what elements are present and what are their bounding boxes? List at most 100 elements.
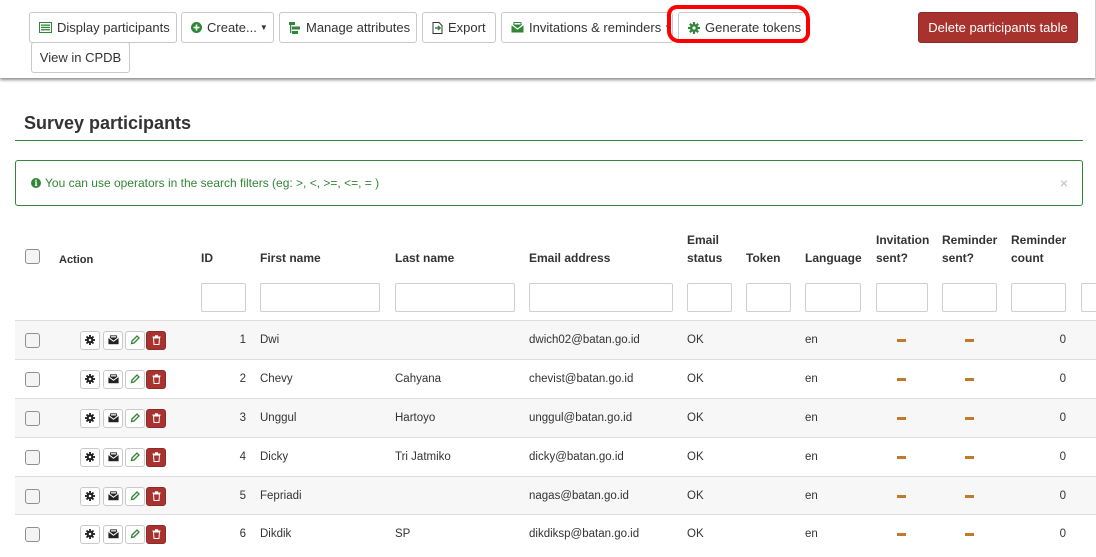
table-row[interactable]: 4 Dicky Tri Jatmiko dicky@batan.go.id OK en 0 [15,437,1096,476]
cell-id: 2 [239,373,246,385]
row-action-edit-button[interactable] [125,409,145,428]
filter-first-name-input[interactable] [260,283,380,312]
filter-id-input[interactable] [201,283,246,312]
row-action-send-invitation-button[interactable] [103,448,123,467]
row-action-gear-button[interactable] [80,448,100,467]
cell-reminder-sent-dash [965,495,974,498]
gear-icon [85,373,95,387]
row-action-delete-button[interactable] [146,525,166,544]
cell-email: dikdiksp@batan.go.id [529,528,640,540]
cell-last-name: SP [395,528,411,540]
row-action-delete-button[interactable] [146,448,166,467]
table-row[interactable]: 6 Dikdik SP dikdiksp@batan.go.id OK en 0 [15,514,1096,553]
column-header-id[interactable]: ID [201,249,213,267]
cell-reminder-count: 0 [1059,373,1066,385]
filter-reminder-count-input[interactable] [1011,283,1066,312]
row-select-checkbox[interactable] [25,489,40,504]
cell-reminder-sent-dash [965,456,974,459]
row-action-delete-button[interactable] [146,331,166,350]
table-row[interactable]: 2 Chevy Cahyana chevist@batan.go.id OK en 0 [15,359,1096,398]
filter-language-input[interactable] [805,283,861,312]
create-label: Create... [207,20,257,35]
cell-reminder-sent-dash [965,378,974,381]
cell-invitation-sent-dash [897,456,906,459]
gear-icon [85,528,95,542]
generate-tokens-button[interactable]: Generate tokens [678,12,808,43]
envelope-icon [107,528,119,542]
filter-email-input[interactable] [529,283,673,312]
column-header-first-name[interactable]: First name [260,249,321,267]
cell-language: en [805,490,818,502]
column-header-email[interactable]: Email address [529,249,610,267]
row-select-checkbox[interactable] [25,527,40,542]
delete-participants-table-button[interactable]: Delete participants table [918,12,1078,43]
manage-attributes-button[interactable]: Manage attributes [279,12,417,43]
row-action-edit-button[interactable] [125,487,145,506]
column-header-invitation-sent-line2: sent? [876,251,909,265]
column-header-reminder-count-line1: Reminder [1011,233,1067,247]
invitations-reminders-dropdown-button[interactable]: Invitations & reminders ▼ [501,12,673,43]
top-toolbar: Display participants Create... ▼ Manage … [0,0,1096,78]
cell-reminder-count: 0 [1059,334,1066,346]
filter-invitation-sent-input[interactable] [876,283,928,312]
column-header-reminder-sent[interactable]: Reminder sent? [942,231,997,267]
row-action-delete-button[interactable] [146,370,166,389]
export-button[interactable]: Export [422,12,496,43]
row-select-checkbox[interactable] [25,372,40,387]
row-action-send-invitation-button[interactable] [103,331,123,350]
cell-invitation-sent-dash [897,495,906,498]
table-row[interactable]: 3 Unggul Hartoyo unggul@batan.go.id OK en 0 [15,398,1096,437]
row-action-delete-button[interactable] [146,487,166,506]
column-header-language[interactable]: Language [805,249,862,267]
row-action-edit-button[interactable] [125,525,145,544]
column-header-invitation-sent[interactable]: Invitation sent? [876,231,929,267]
row-action-gear-button[interactable] [80,370,100,389]
filter-next-column-input[interactable] [1081,283,1096,312]
row-action-send-invitation-button[interactable] [103,525,123,544]
filter-reminder-sent-input[interactable] [942,283,997,312]
cell-email: nagas@batan.go.id [529,490,629,502]
row-action-delete-button[interactable] [146,409,166,428]
create-dropdown-button[interactable]: Create... ▼ [181,12,274,43]
cell-reminder-count: 0 [1059,451,1066,463]
select-all-checkbox[interactable] [25,249,40,264]
table-row[interactable]: 5 Fepriadi nagas@batan.go.id OK en 0 [15,476,1096,515]
cell-last-name: Tri Jatmiko [395,451,451,463]
cell-email-status: OK [687,412,704,424]
column-header-token[interactable]: Token [746,249,780,267]
close-icon[interactable]: × [1060,175,1068,191]
cell-reminder-count: 0 [1059,528,1066,540]
row-select-checkbox[interactable] [25,450,40,465]
cell-email-status: OK [687,490,704,502]
row-action-edit-button[interactable] [125,331,145,350]
list-icon [39,22,52,33]
table-row[interactable]: 1 Dwi dwich02@batan.go.id OK en 0 [15,320,1096,359]
row-action-send-invitation-button[interactable] [103,370,123,389]
filter-email-status-input[interactable] [687,283,732,312]
row-action-edit-button[interactable] [125,370,145,389]
column-header-action: Action [59,254,94,266]
view-in-cpdb-button[interactable]: View in CPDB [31,42,130,73]
pencil-icon [130,451,140,465]
filter-last-name-input[interactable] [395,283,515,312]
row-action-send-invitation-button[interactable] [103,409,123,428]
column-header-reminder-count[interactable]: Reminder count [1011,231,1066,267]
row-select-checkbox[interactable] [25,333,40,348]
filter-token-input[interactable] [746,283,791,312]
row-action-send-invitation-button[interactable] [103,487,123,506]
row-action-gear-button[interactable] [80,487,100,506]
cell-reminder-sent-dash [965,533,974,536]
pencil-icon [130,490,140,504]
row-action-gear-button[interactable] [80,331,100,350]
row-select-checkbox[interactable] [25,411,40,426]
column-header-last-name[interactable]: Last name [395,249,454,267]
column-header-email-status[interactable]: Email status [687,231,722,267]
row-action-gear-button[interactable] [80,525,100,544]
row-action-gear-button[interactable] [80,409,100,428]
row-action-edit-button[interactable] [125,448,145,467]
display-participants-button[interactable]: Display participants [29,12,177,43]
pencil-icon [130,334,140,348]
cell-id: 1 [239,334,246,346]
envelope-icon [107,334,119,348]
cell-email-status: OK [687,373,704,385]
